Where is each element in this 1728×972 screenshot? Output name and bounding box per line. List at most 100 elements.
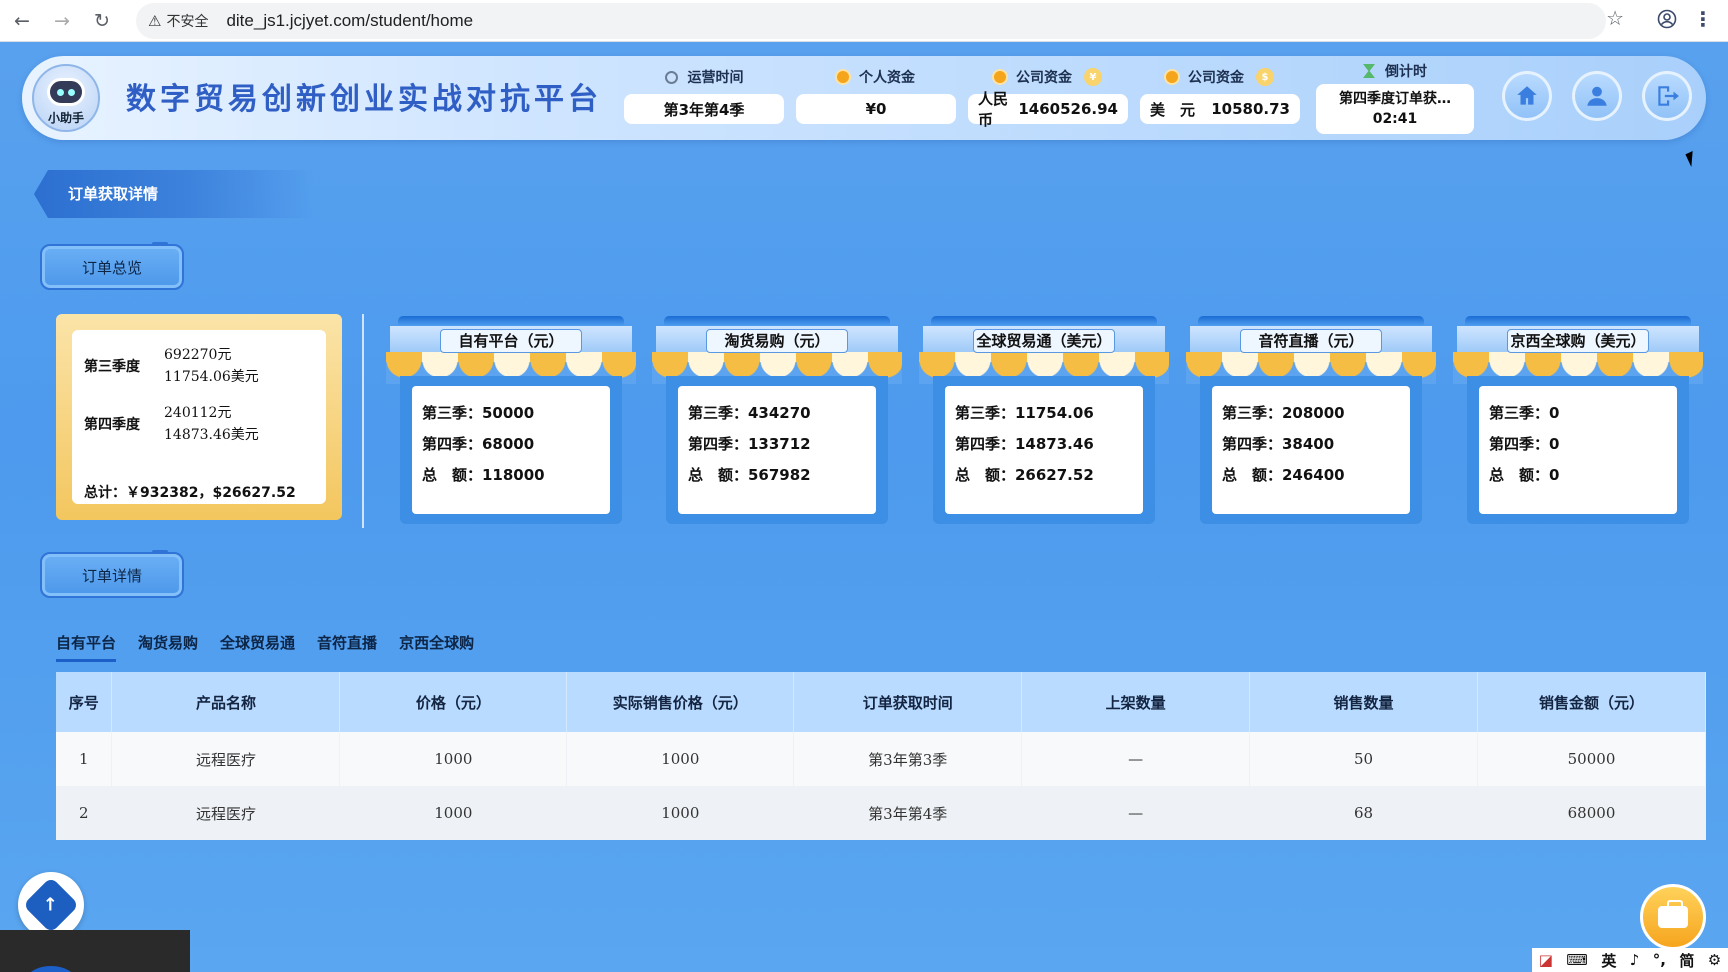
summary-q3-usd: 11754.06美元 bbox=[164, 369, 259, 385]
company-funds-cny-value: 1460526.94 bbox=[1018, 100, 1118, 118]
platform-card: 淘货易购（元） 第三季：434270 第四季：133712 总 额：567982 bbox=[652, 316, 902, 524]
user-icon bbox=[1587, 86, 1607, 106]
table-cell: — bbox=[1021, 786, 1251, 840]
briefcase-icon bbox=[1658, 900, 1688, 928]
platform-card: 音符直播（元） 第三季：208000 第四季：38400 总 额：246400 bbox=[1186, 316, 1436, 524]
table-cell: 1000 bbox=[339, 732, 568, 786]
platform-tabs: 自有平台 淘货易购 全球贸易通 音符直播 京西全球购 bbox=[56, 632, 496, 662]
logout-button[interactable] bbox=[1642, 71, 1692, 121]
order-details-button[interactable]: 订单详情 bbox=[40, 550, 184, 598]
summary-card: 第三季度 692270元 11754.06美元 第四季度 240112元 148… bbox=[56, 314, 342, 520]
page-title: 数字贸易创新创业实战对抗平台 bbox=[126, 82, 602, 117]
app-header: 小助手 数字贸易创新创业实战对抗平台 运营时间 第3年第4季 个人资金 ¥0 公… bbox=[22, 56, 1706, 140]
countdown-label: 倒计时 bbox=[1316, 60, 1474, 82]
tab-jingxi[interactable]: 京西全球购 bbox=[399, 632, 474, 662]
platform-name: 淘货易购（元） bbox=[706, 329, 848, 353]
profile-icon[interactable] bbox=[1656, 8, 1678, 30]
summary-q4-usd: 14873.46美元 bbox=[164, 427, 259, 443]
summary-q3-cny: 692270元 bbox=[164, 347, 232, 363]
column-header: 序号 bbox=[56, 672, 113, 732]
platform-name: 自有平台（元） bbox=[440, 329, 582, 353]
personal-funds-label: 个人资金 bbox=[859, 70, 915, 86]
summary-q4-cny: 240112元 bbox=[164, 405, 232, 421]
platform-q4: 第四季：68000 bbox=[422, 435, 535, 453]
table-cell: 1 bbox=[56, 732, 113, 786]
home-button[interactable] bbox=[1502, 71, 1552, 121]
hourglass-icon bbox=[1363, 64, 1375, 78]
personal-funds-stat: 个人资金 ¥0 bbox=[796, 66, 956, 124]
platform-card: 自有平台（元） 第三季：50000 第四季：68000 总 额：118000 bbox=[386, 316, 636, 524]
ime-mode-icon[interactable]: ◪ bbox=[1539, 951, 1553, 969]
countdown-text: 第四季度订单获… bbox=[1339, 91, 1451, 107]
countdown-label-text: 倒计时 bbox=[1385, 64, 1427, 80]
ime-keyboard-icon[interactable]: ⌨ bbox=[1566, 951, 1588, 969]
run-time-stat: 运营时间 第3年第4季 bbox=[624, 66, 784, 124]
reload-icon[interactable]: ↻ bbox=[84, 3, 120, 39]
countdown-box: 第四季度订单获… 02:41 bbox=[1316, 84, 1474, 134]
run-time-label: 运营时间 bbox=[687, 70, 744, 86]
ime-symbol-icon[interactable]: °, bbox=[1653, 951, 1666, 969]
summary-q4: 第四季度 240112元 14873.46美元 bbox=[84, 402, 259, 446]
bookmark-star-icon[interactable]: ☆ bbox=[1606, 6, 1624, 30]
currency-usd: 美 元 bbox=[1150, 100, 1196, 119]
table-header-row: 序号 产品名称 价格（元） 实际销售价格（元） 订单获取时间 上架数量 销售数量… bbox=[56, 672, 1706, 732]
column-header: 销售金额（元） bbox=[1477, 672, 1706, 732]
company-funds-cny-stat: 公司资金 ¥ 人民币 1460526.94 bbox=[968, 66, 1128, 129]
direction-icon: ↑ bbox=[22, 876, 80, 934]
column-header: 实际销售价格（元） bbox=[566, 672, 795, 732]
menu-icon[interactable]: ⋮ bbox=[1692, 7, 1714, 31]
summary-total: 总计：￥932382，$26627.52 bbox=[84, 485, 296, 501]
countdown-time: 02:41 bbox=[1372, 111, 1418, 127]
company-funds-usd-stat: 公司资金 $ 美 元 10580.73 bbox=[1140, 66, 1300, 124]
badge-icon: ¥ bbox=[1084, 68, 1102, 86]
platform-total: 总 额：0 bbox=[1489, 466, 1560, 484]
tab-global-trade[interactable]: 全球贸易通 bbox=[220, 632, 295, 662]
ime-lang[interactable]: 英 bbox=[1601, 950, 1616, 971]
section-title: 订单获取详情 bbox=[34, 170, 314, 218]
toolbox-float-button[interactable] bbox=[1640, 884, 1706, 950]
personal-funds-value: ¥0 bbox=[796, 94, 956, 124]
security-label: 不安全 bbox=[166, 14, 209, 30]
run-time-value: 第3年第4季 bbox=[624, 94, 784, 124]
table-cell: 2 bbox=[56, 786, 113, 840]
ime-settings-icon[interactable]: ⚙ bbox=[1708, 951, 1721, 969]
platform-q4: 第四季：14873.46 bbox=[955, 435, 1094, 453]
ime-toolbar[interactable]: ◪ ⌨ 英 ♪ °, 简 ⚙ bbox=[1532, 948, 1728, 972]
browser-toolbar: ← → ↻ ⚠ 不安全 dite_js1.jcjyet.com/student/… bbox=[0, 0, 1728, 42]
divider bbox=[362, 314, 364, 528]
table-cell: 第3年第3季 bbox=[793, 732, 1023, 786]
table-row: 1 远程医疗 1000 1000 第3年第3季 — 50 50000 bbox=[56, 732, 1706, 786]
column-header: 价格（元） bbox=[339, 672, 568, 732]
tab-taohuo[interactable]: 淘货易购 bbox=[138, 632, 198, 662]
address-bar[interactable]: ⚠ 不安全 dite_js1.jcjyet.com/student/home bbox=[136, 3, 1606, 39]
orders-table: 序号 产品名称 价格（元） 实际销售价格（元） 订单获取时间 上架数量 销售数量… bbox=[56, 672, 1706, 840]
table-cell: 68 bbox=[1249, 786, 1479, 840]
platform-total: 总 额：567982 bbox=[688, 466, 811, 484]
table-cell: 1000 bbox=[566, 786, 795, 840]
logo-label: 小助手 bbox=[47, 111, 84, 125]
column-header: 销售数量 bbox=[1249, 672, 1479, 732]
url-text[interactable]: dite_js1.jcjyet.com/student/home bbox=[226, 11, 473, 31]
badge-icon: $ bbox=[1256, 68, 1274, 86]
tab-own-platform[interactable]: 自有平台 bbox=[56, 632, 117, 662]
ime-punct-icon[interactable]: ♪ bbox=[1630, 951, 1640, 969]
security-warning[interactable]: ⚠ 不安全 bbox=[148, 11, 208, 31]
forward-icon[interactable]: → bbox=[44, 3, 80, 39]
platform-card: 京西全球购（美元） 第三季：0 第四季：0 总 额：0 bbox=[1453, 316, 1703, 524]
platform-card: 全球贸易通（美元） 第三季：11754.06 第四季：14873.46 总 额：… bbox=[919, 316, 1169, 524]
clock-icon bbox=[664, 70, 678, 84]
assistant-logo[interactable]: 小助手 bbox=[32, 64, 100, 132]
ime-charset[interactable]: 简 bbox=[1679, 950, 1694, 971]
tab-live-stream[interactable]: 音符直播 bbox=[317, 632, 377, 662]
table-cell: 远程医疗 bbox=[111, 786, 341, 840]
platform-name: 全球贸易通（美元） bbox=[973, 329, 1115, 353]
back-icon[interactable]: ← bbox=[4, 3, 40, 39]
order-overview-button[interactable]: 订单总览 bbox=[40, 242, 184, 290]
table-cell: 50000 bbox=[1477, 732, 1706, 786]
navigation-float-button[interactable]: ↑ bbox=[18, 872, 84, 938]
profile-button[interactable] bbox=[1572, 71, 1622, 121]
robot-icon bbox=[47, 78, 85, 106]
platform-name: 京西全球购（美元） bbox=[1507, 329, 1649, 353]
company-funds-usd-value: 10580.73 bbox=[1211, 100, 1290, 118]
column-header: 上架数量 bbox=[1021, 672, 1251, 732]
